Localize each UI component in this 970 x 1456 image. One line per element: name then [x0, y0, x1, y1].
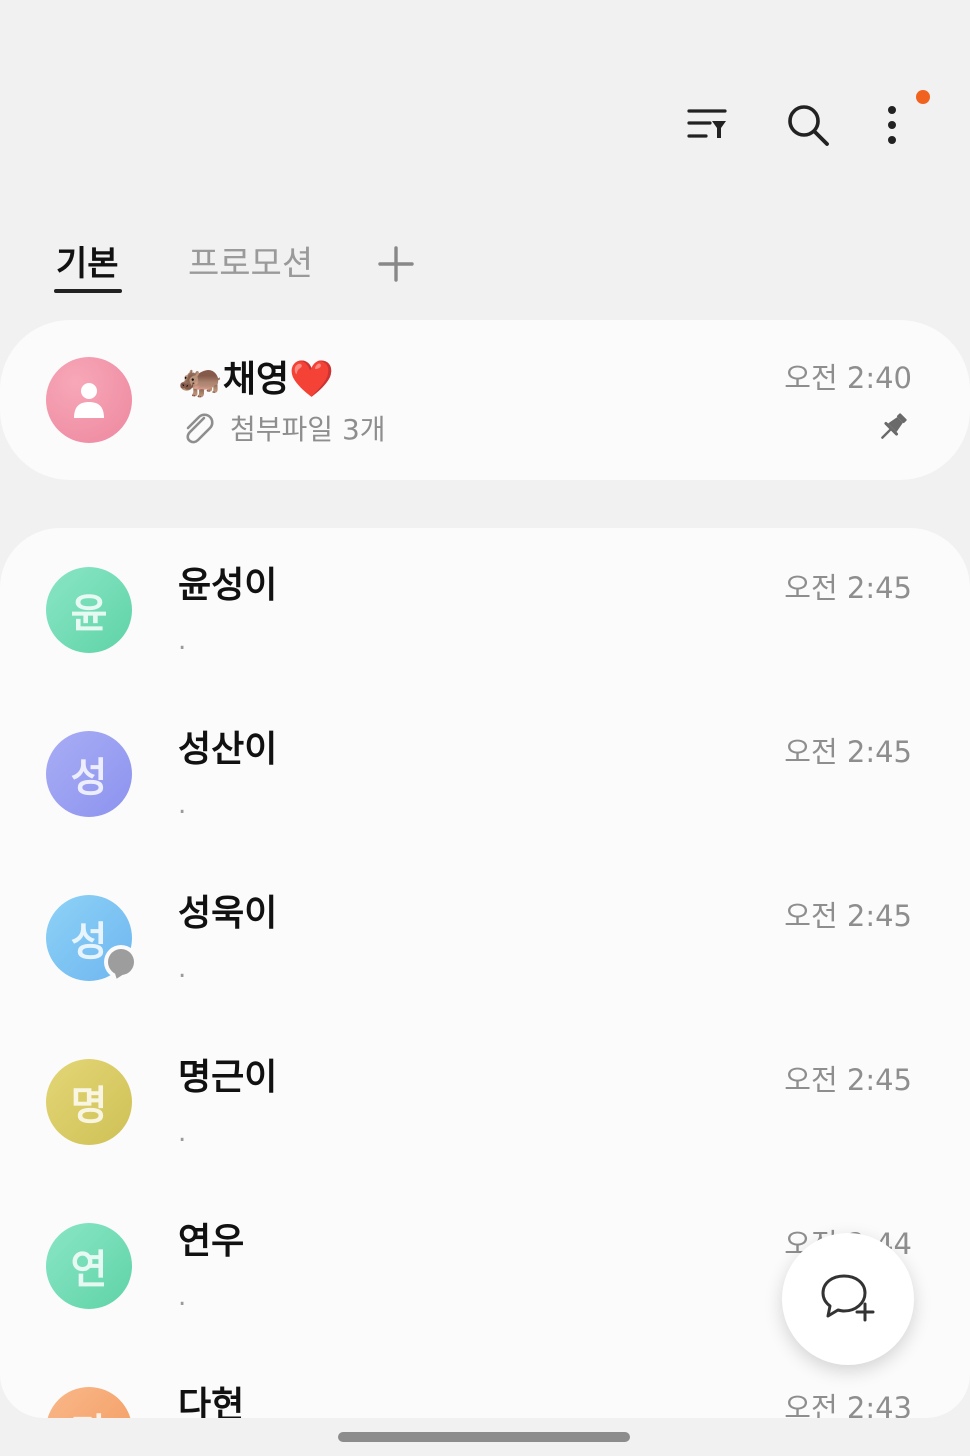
- list-item[interactable]: 성 성산이 . 오전 2:45: [0, 692, 970, 856]
- sort-filter-icon[interactable]: [683, 100, 731, 150]
- conversation-time: 오전 2:43: [784, 1391, 912, 1418]
- chat-bubble-icon: [104, 945, 138, 979]
- conversation-preview: 첨부파일 3개: [230, 413, 386, 446]
- tab-basic[interactable]: 기본: [56, 244, 119, 284]
- more-vertical-icon[interactable]: [868, 100, 916, 150]
- new-chat-button[interactable]: [782, 1233, 914, 1365]
- conversation-preview: .: [178, 1282, 187, 1312]
- avatar: 연: [46, 1223, 132, 1309]
- conversation-name: 연우: [178, 1221, 245, 1262]
- notification-dot: [916, 90, 930, 104]
- pin-icon: [876, 410, 910, 444]
- conversation-time: 오전 2:40: [784, 361, 912, 395]
- conversation-name: 성욱이: [178, 893, 278, 934]
- active-tab-indicator: [54, 289, 122, 293]
- tab-promotion[interactable]: 프로모션: [188, 244, 313, 284]
- attachment-preview: 첨부파일 3개: [180, 406, 386, 450]
- top-app-bar: [0, 0, 970, 200]
- list-item[interactable]: 윤 윤성이 . 오전 2:45: [0, 528, 970, 692]
- conversation-preview: .: [178, 626, 187, 656]
- conversation-name: 🦛채영❤️: [178, 359, 334, 400]
- conversation-name: 다현: [178, 1385, 245, 1418]
- list-item[interactable]: 성 성욱이 . 오전 2:45: [0, 856, 970, 1020]
- conversation-name: 성산이: [178, 729, 278, 770]
- conversation-time: 오전 2:45: [784, 735, 912, 769]
- search-icon[interactable]: [784, 100, 832, 150]
- avatar: [46, 357, 132, 443]
- hippo-emoji: 🦛: [178, 359, 223, 400]
- plus-icon[interactable]: [374, 242, 418, 286]
- conversation-name: 명근이: [178, 1057, 278, 1098]
- conversation-preview: .: [178, 954, 187, 984]
- conversation-preview: .: [178, 1118, 187, 1148]
- conversation-time: 오전 2:45: [784, 571, 912, 605]
- conversation-time: 오전 2:45: [784, 899, 912, 933]
- conversation-preview: .: [178, 790, 187, 820]
- avatar: 명: [46, 1059, 132, 1145]
- home-indicator[interactable]: [338, 1432, 630, 1442]
- tab-bar: 기본 프로모션: [0, 230, 970, 300]
- avatar: 성: [46, 731, 132, 817]
- person-icon: [74, 383, 104, 418]
- avatar: 다: [46, 1387, 132, 1418]
- conversation-time: 오전 2:45: [784, 1063, 912, 1097]
- list-item[interactable]: 명 명근이 . 오전 2:45: [0, 1020, 970, 1184]
- avatar: 윤: [46, 567, 132, 653]
- pinned-conversation[interactable]: 🦛채영❤️ 첨부파일 3개 오전 2:40: [0, 320, 970, 480]
- paperclip-icon: [186, 413, 214, 444]
- new-chat-icon: [821, 1274, 875, 1322]
- conversation-name: 윤성이: [178, 565, 278, 606]
- heart-emoji: ❤️: [289, 359, 334, 400]
